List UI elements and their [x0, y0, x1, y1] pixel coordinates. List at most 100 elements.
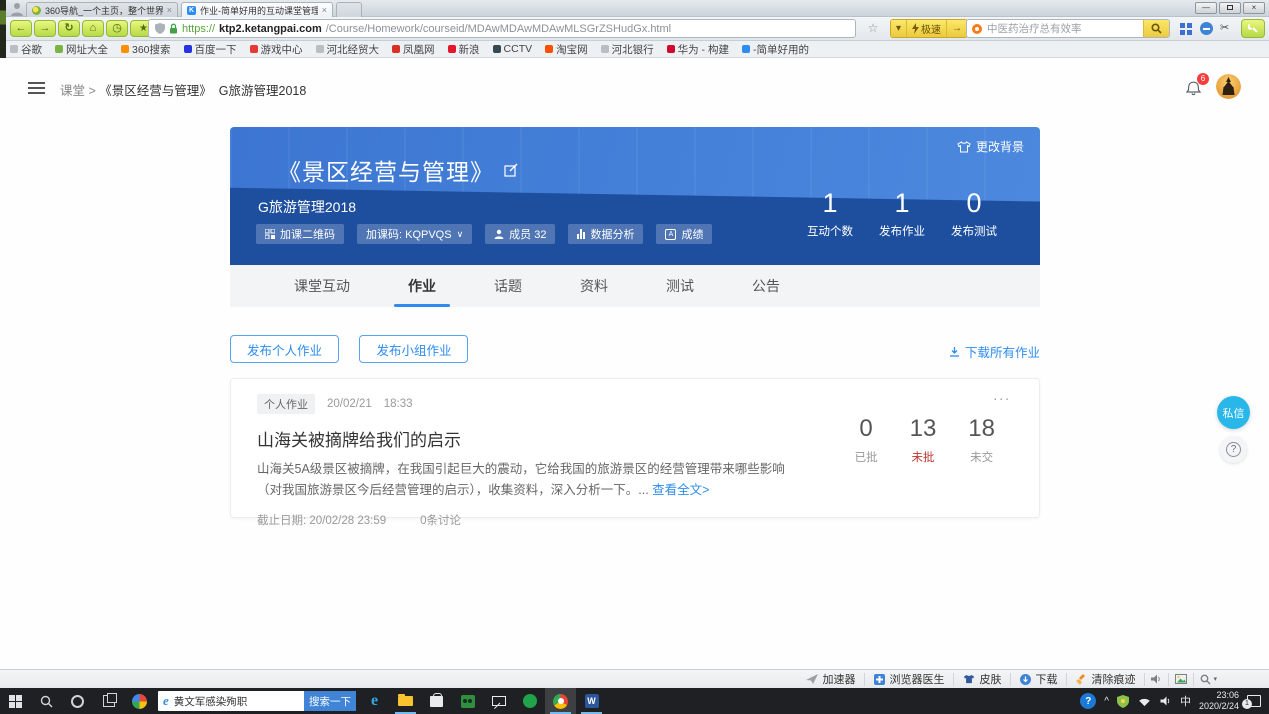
edit-title-icon[interactable]: [504, 163, 518, 177]
read-more-link[interactable]: 查看全文>: [652, 483, 709, 497]
tab-close-icon[interactable]: ×: [322, 5, 327, 15]
browser-tab-360nav[interactable]: 360导航_一个主页，整个世界 ×: [26, 2, 178, 17]
browser-tab-ketangpai[interactable]: K 作业-简单好用的互动课堂管理工 ×: [181, 2, 333, 17]
tab-close-icon[interactable]: ×: [167, 5, 172, 15]
volume-icon[interactable]: [1160, 696, 1172, 706]
browser-profile-icon[interactable]: [9, 1, 27, 16]
tab-classroom-interaction[interactable]: 课堂互动: [288, 265, 356, 307]
history-button[interactable]: ◷: [106, 20, 128, 37]
binoculars-app-icon[interactable]: [452, 688, 483, 714]
media-sniffer-icon[interactable]: [1168, 673, 1193, 686]
taskbar-search-query[interactable]: 黄文军感染殉职: [174, 694, 304, 709]
browser-search-box[interactable]: 中医药治疗总有效率: [966, 19, 1170, 38]
bookmark-item[interactable]: 河北银行: [601, 42, 654, 57]
ime-indicator[interactable]: 中: [1180, 693, 1191, 709]
bookmark-item[interactable]: 华为 - 构建: [667, 42, 729, 57]
bookmark-item[interactable]: 游戏中心: [250, 42, 303, 57]
search-submit-button[interactable]: [1143, 19, 1169, 38]
taskbar-clock[interactable]: 23:06 2020/2/24: [1199, 690, 1239, 713]
wifi-icon[interactable]: [1137, 696, 1152, 707]
stat-ungraded[interactable]: 13 未批: [910, 415, 937, 465]
tray-help-icon[interactable]: ?: [1080, 693, 1096, 709]
speed-mode-control[interactable]: ▾ 极速 →: [890, 19, 968, 38]
speed-go-icon[interactable]: →: [946, 20, 967, 37]
bookmark-item[interactable]: 新浪: [448, 42, 480, 57]
taskbar-search-icon[interactable]: [31, 688, 62, 714]
action-center-icon[interactable]: 1: [1247, 695, 1261, 707]
file-explorer-icon[interactable]: [390, 688, 421, 714]
user-avatar[interactable]: [1216, 74, 1241, 99]
home-button[interactable]: ⌂: [82, 20, 104, 37]
tab-homework[interactable]: 作业: [402, 265, 442, 307]
mail-icon[interactable]: [483, 688, 514, 714]
tab-announcements[interactable]: 公告: [746, 265, 786, 307]
change-background-button[interactable]: 更改背景: [957, 138, 1024, 155]
green-app-icon[interactable]: [514, 688, 545, 714]
members-button[interactable]: 成员 32: [485, 224, 555, 244]
skin-button[interactable]: 皮肤: [953, 673, 1010, 686]
tab-tests[interactable]: 测试: [660, 265, 700, 307]
sidebar-handle[interactable]: [0, 0, 6, 58]
tools-wrench-icon[interactable]: [1241, 19, 1265, 38]
close-button[interactable]: ×: [1243, 2, 1265, 14]
word-icon[interactable]: W: [576, 688, 607, 714]
new-tab-button[interactable]: [336, 2, 362, 17]
bookmark-item[interactable]: 河北经贸大: [316, 42, 380, 57]
help-button[interactable]: ?: [1220, 436, 1247, 463]
breadcrumb-course[interactable]: 《景区经营与管理》: [99, 84, 212, 98]
publish-group-homework-button[interactable]: 发布小组作业: [359, 335, 468, 363]
private-message-button[interactable]: 私信: [1217, 396, 1250, 429]
zoom-control-icon[interactable]: ▾: [1193, 673, 1223, 686]
homework-title[interactable]: 山海关被摘牌给我们的启示: [257, 426, 817, 451]
download-manager-button[interactable]: 下载: [1010, 673, 1066, 686]
maximize-button[interactable]: [1219, 2, 1241, 14]
hidden-icons-caret[interactable]: ^: [1104, 696, 1109, 707]
refresh-button[interactable]: ↻: [58, 20, 80, 37]
menu-hamburger-icon[interactable]: [28, 82, 45, 97]
speed-caret-icon[interactable]: ▾: [891, 20, 906, 37]
microsoft-store-icon[interactable]: [421, 688, 452, 714]
edge-icon[interactable]: e: [359, 688, 390, 714]
bookmark-star-icon[interactable]: ☆: [862, 19, 884, 38]
cortana-icon[interactable]: [62, 688, 93, 714]
notification-bell-icon[interactable]: 6: [1185, 78, 1203, 98]
minimize-button[interactable]: —: [1195, 2, 1217, 14]
homework-comments-count[interactable]: 0条讨论: [420, 512, 461, 528]
address-bar[interactable]: https://ktp2.ketangpai.com/Course/Homewo…: [148, 19, 856, 38]
adblock-icon[interactable]: [1200, 22, 1213, 35]
app-grid-icon[interactable]: [1180, 23, 1192, 35]
join-code-dropdown[interactable]: 加课码: KQPVQS ∨: [357, 224, 472, 244]
bookmark-item[interactable]: 网址大全: [55, 42, 108, 57]
stat-graded[interactable]: 0 已批: [855, 415, 878, 465]
bookmark-item[interactable]: 谷歌: [10, 42, 42, 57]
speaker-icon[interactable]: [1144, 673, 1168, 686]
tab-materials[interactable]: 资料: [574, 265, 614, 307]
publish-personal-homework-button[interactable]: 发布个人作业: [230, 335, 339, 363]
bookmark-item[interactable]: -简单好用的: [742, 42, 809, 57]
accelerator-button[interactable]: 加速器: [797, 673, 864, 686]
bookmark-item[interactable]: CCTV: [493, 43, 533, 55]
back-button[interactable]: ←: [10, 20, 32, 37]
forward-button[interactable]: →: [34, 20, 56, 37]
taskbar-web-search-box[interactable]: e 黄文军感染殉职 搜索一下: [158, 691, 356, 711]
pinwheel-app-icon[interactable]: [124, 688, 155, 714]
bookmark-item[interactable]: 百度一下: [184, 42, 237, 57]
data-analysis-button[interactable]: 数据分析: [568, 224, 643, 244]
stat-not-submitted[interactable]: 18 未交: [968, 415, 995, 465]
taskbar-search-go-button[interactable]: 搜索一下: [304, 691, 356, 711]
grades-button[interactable]: A 成绩: [656, 224, 712, 244]
task-view-icon[interactable]: [93, 688, 124, 714]
screenshot-scissors-icon[interactable]: ✂: [1220, 21, 1229, 34]
homework-card[interactable]: ... 个人作业 20/02/21 18:33 山海关被摘牌给我们的启示 山海关…: [230, 378, 1040, 518]
bookmark-item[interactable]: 凤凰网: [392, 42, 435, 57]
join-qrcode-button[interactable]: 加课二维码: [256, 224, 344, 244]
bookmark-item[interactable]: 淘宝网: [545, 42, 588, 57]
tab-topics[interactable]: 话题: [488, 265, 528, 307]
browser-doctor-button[interactable]: 浏览器医生: [864, 673, 953, 686]
browser-360-icon[interactable]: [545, 688, 576, 714]
security-shield-icon[interactable]: [1117, 695, 1129, 708]
download-all-homework-link[interactable]: 下载所有作业: [949, 342, 1040, 361]
clear-traces-button[interactable]: 清除痕迹: [1066, 673, 1144, 686]
start-button[interactable]: [0, 688, 31, 714]
breadcrumb-root[interactable]: 课堂: [60, 84, 85, 98]
